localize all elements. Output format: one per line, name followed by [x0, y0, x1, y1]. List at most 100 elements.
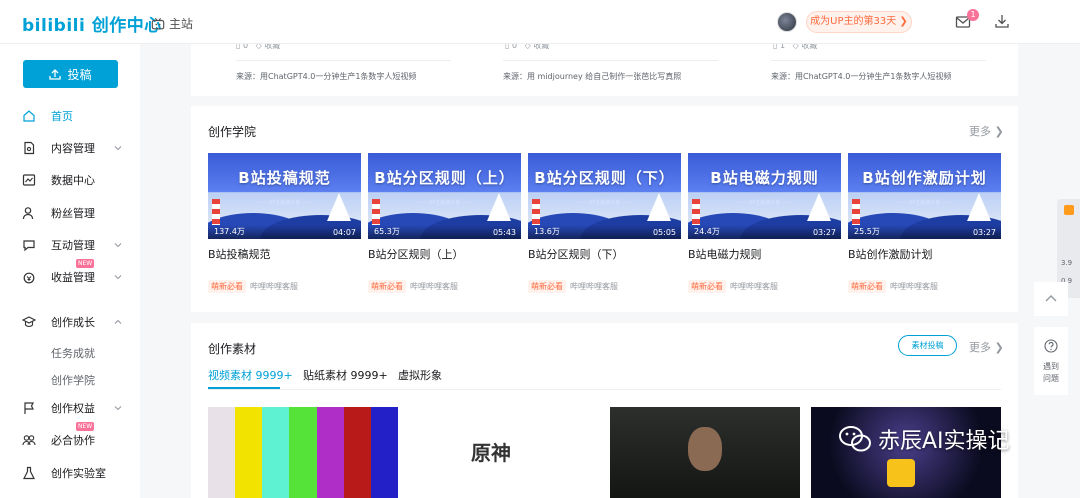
chat-icon [23, 240, 35, 252]
home-label: 主站 [169, 17, 194, 31]
academy-panel: 创作学院 更多 ❯ B站投稿规范 —— UP主起航计划 —— 137.4万 04:… [191, 106, 1018, 312]
view-count: 13.6万 [534, 227, 560, 236]
course-card[interactable]: B站创作激励计划 —— UP主起航计划 —— 25.5万 03:27 B站创作激励… [848, 153, 1001, 293]
bilibili-logo[interactable]: bilibili 创作中心 [22, 11, 162, 36]
sidebar-item-content[interactable]: 内容管理 [0, 136, 140, 160]
material-thumbnail[interactable]: 原神 [409, 407, 599, 498]
thumbnail-title: B站投稿规范 [238, 169, 331, 187]
course-author[interactable]: 哔哩哔哩客服 [730, 281, 778, 292]
sidebar-item-rights[interactable]: 创作权益 [0, 396, 140, 420]
back-to-top-button[interactable] [1034, 282, 1068, 316]
course-author[interactable]: 哔哩哔哩客服 [890, 281, 938, 292]
watermark: 赤辰AI实操记 [838, 423, 1010, 455]
watermark-text: 赤辰AI实操记 [878, 429, 1010, 454]
perf-stat: 3.9 [1061, 259, 1073, 267]
course-title[interactable]: B站投稿规范 [208, 246, 271, 262]
sidebar-item-fans[interactable]: 粉丝管理 [0, 201, 140, 225]
upload-label: 投稿 [67, 67, 92, 82]
more-link[interactable]: 更多 ❯ [969, 123, 1004, 139]
material-thumbnail[interactable] [610, 407, 800, 498]
thumbnail-subtitle: —— UP主起航计划 —— [737, 200, 792, 206]
home-icon [23, 110, 35, 122]
chevron-up-icon [1045, 295, 1057, 302]
sidebar-item-label: 创作实验室 [51, 467, 106, 480]
course-title[interactable]: B站分区规则（下） [528, 246, 624, 262]
sidebar-item-lab[interactable]: 创作实验室 [0, 461, 140, 485]
sidebar-subitem-academy[interactable]: 创作学院 [51, 372, 95, 388]
thumbnail-subtitle: —— UP主起航计划 —— [417, 200, 472, 206]
view-count: 65.3万 [374, 227, 400, 236]
duration: 03:27 [972, 228, 996, 237]
upload-icon [49, 69, 62, 80]
thumbnail-subtitle: —— UP主起航计划 —— [577, 200, 632, 206]
course-thumbnail[interactable]: B站创作激励计划 —— UP主起航计划 —— 25.5万 03:27 [848, 153, 1001, 239]
tab-avatar[interactable]: 虚拟形象 [398, 367, 442, 383]
sidebar-item-label: 创作成长 [51, 316, 95, 329]
sidebar-item-growth[interactable]: 创作成长 [0, 310, 140, 334]
article-source[interactable]: 来源：用ChatGPT4.0一分钟生产1条数字人短视频 [771, 71, 951, 82]
course-title[interactable]: B站电磁力规则 [688, 246, 762, 262]
divider [771, 60, 986, 61]
course-author[interactable]: 哔哩哔哩客服 [410, 281, 458, 292]
graduation-icon [22, 316, 36, 328]
thumbnail-title: B站电磁力规则 [710, 169, 819, 187]
course-card[interactable]: B站投稿规范 —— UP主起航计划 —— 137.4万 04:07 B站投稿规范 … [208, 153, 361, 293]
chart-icon [22, 174, 36, 186]
tv-icon [151, 17, 165, 29]
course-title[interactable]: B站分区规则（上） [368, 246, 464, 262]
course-tag: 萌新必看 [688, 280, 726, 293]
article-source[interactable]: 来源：用 midjourney 给自己制作一张芭比写真照 [503, 71, 681, 82]
thumbnail-subtitle: —— UP主起航计划 —— [257, 200, 312, 206]
duration: 05:05 [652, 228, 676, 237]
question-icon [1044, 339, 1058, 353]
sidebar-item-label: 收益管理 [51, 271, 95, 284]
material-submit-button[interactable]: 素材投稿 [898, 335, 957, 356]
article-source[interactable]: 来源：用ChatGPT4.0一分钟生产1条数字人短视频 [236, 71, 416, 82]
sidebar-item-data[interactable]: 数据中心 [0, 168, 140, 192]
sidebar-subitem-tasks[interactable]: 任务成就 [51, 345, 95, 361]
tab-video-material[interactable]: 视频素材 9999+ [208, 367, 293, 383]
section-title: 创作学院 [208, 125, 257, 139]
more-link[interactable]: 更多 ❯ [969, 339, 1004, 355]
sidebar-item-home[interactable]: 首页 [0, 104, 140, 128]
view-count: 24.4万 [694, 227, 720, 236]
course-tag: 萌新必看 [848, 280, 886, 293]
course-thumbnail[interactable]: B站分区规则（上） —— UP主起航计划 —— 65.3万 05:43 [368, 153, 521, 239]
tab-sticker-material[interactable]: 贴纸素材 9999+ [303, 367, 388, 383]
home-link[interactable]: 主站 [151, 15, 193, 32]
section-title: 创作素材 [208, 342, 257, 356]
course-author[interactable]: 哔哩哔哩客服 [250, 281, 298, 292]
sidebar-item-interaction[interactable]: 互动管理 [0, 233, 140, 257]
sidebar-item-income[interactable]: 收益管理 NEW [0, 259, 140, 289]
course-thumbnail[interactable]: B站电磁力规则 —— UP主起航计划 —— 24.4万 03:27 [688, 153, 841, 239]
course-tag: 萌新必看 [368, 280, 406, 293]
sidebar-item-label: 创作权益 [51, 402, 95, 415]
course-card[interactable]: B站分区规则（下） —— UP主起航计划 —— 13.6万 05:05 B站分区规… [528, 153, 681, 293]
avatar[interactable] [777, 12, 797, 32]
view-count: 137.4万 [214, 227, 245, 236]
up-days-pill[interactable]: 成为UP主的第33天 ❯ [806, 11, 912, 33]
download-icon[interactable] [994, 13, 1010, 29]
help-button[interactable]: 遇到问题 [1034, 327, 1068, 395]
document-icon [24, 141, 35, 155]
chevron-up-icon [114, 319, 122, 324]
help-label: 遇到问题 [1043, 362, 1059, 383]
course-author[interactable]: 哔哩哔哩客服 [570, 281, 618, 292]
chevron-down-icon [114, 146, 122, 151]
money-icon [23, 272, 35, 284]
thumbnail-title: B站创作激励计划 [862, 169, 987, 187]
divider [208, 389, 1001, 390]
sidebar-item-collab[interactable]: 必合协作 NEW [0, 422, 140, 452]
new-badge: NEW [76, 422, 95, 431]
upload-button[interactable]: 投稿 [23, 60, 118, 88]
course-tag: 萌新必看 [208, 280, 246, 293]
course-thumbnail[interactable]: B站分区规则（下） —— UP主起航计划 —— 13.6万 05:05 [528, 153, 681, 239]
course-title[interactable]: B站创作激励计划 [848, 246, 933, 262]
course-card[interactable]: B站电磁力规则 —— UP主起航计划 —— 24.4万 03:27 B站电磁力规则… [688, 153, 841, 293]
sidebar-item-label: 首页 [51, 110, 73, 123]
material-thumbnail[interactable] [208, 407, 398, 498]
flag-icon [24, 402, 34, 414]
course-card[interactable]: B站分区规则（上） —— UP主起航计划 —— 65.3万 05:43 B站分区规… [368, 153, 521, 293]
material-panel: 创作素材 素材投稿 更多 ❯ 视频素材 9999+ 贴纸素材 9999+ 虚拟形… [191, 323, 1018, 498]
course-thumbnail[interactable]: B站投稿规范 —— UP主起航计划 —— 137.4万 04:07 [208, 153, 361, 239]
